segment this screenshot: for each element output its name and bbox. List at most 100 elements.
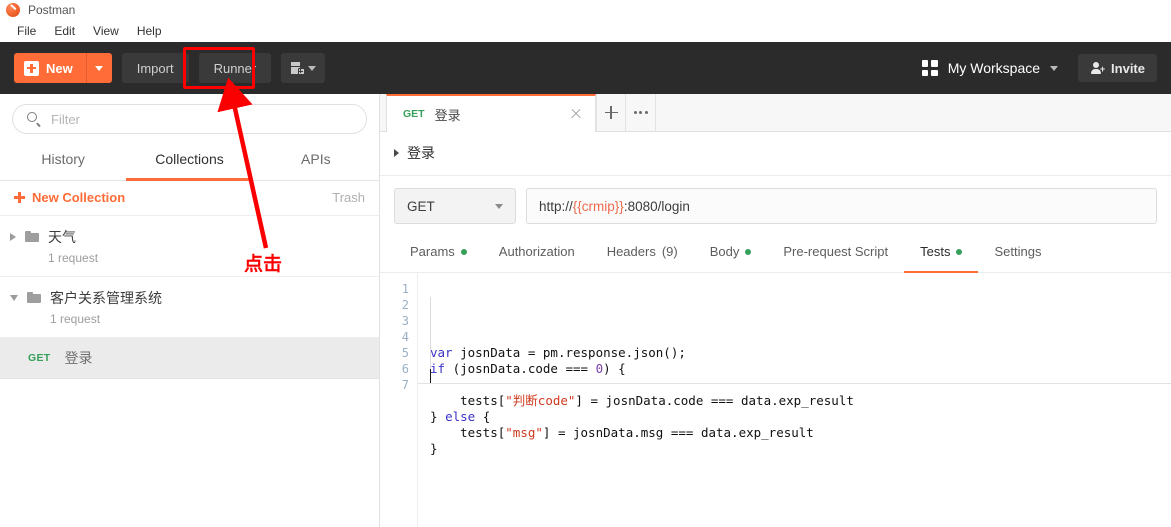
- folder-icon: [27, 292, 41, 303]
- menu-view[interactable]: View: [84, 22, 128, 40]
- request-item-login[interactable]: GET 登录: [0, 338, 379, 379]
- text-caret: [430, 369, 432, 384]
- chevron-down-icon: [495, 203, 503, 209]
- workspace-label: My Workspace: [947, 60, 1041, 76]
- tab-collections[interactable]: Collections: [126, 142, 253, 181]
- tab-tests[interactable]: Tests: [904, 234, 979, 273]
- line-number: 4: [401, 330, 409, 344]
- code-token: tests[: [430, 393, 506, 408]
- triangle-right-icon[interactable]: [394, 149, 399, 157]
- tab-history[interactable]: History: [0, 142, 126, 181]
- search-input[interactable]: [51, 111, 352, 127]
- chevron-down-icon: [307, 65, 316, 71]
- tab-authorization-label: Authorization: [498, 244, 575, 259]
- collection-row-crm[interactable]: 客户关系管理系统 1 request: [0, 277, 379, 338]
- tab-apis[interactable]: APIs: [253, 142, 379, 181]
- request-name-label: 登录: [64, 350, 93, 366]
- new-dropdown-button[interactable]: [85, 53, 112, 83]
- sidebar: History Collections APIs New Collection …: [0, 94, 380, 527]
- tab-pre-request-script[interactable]: Pre-request Script: [767, 234, 904, 273]
- code-token: }: [430, 409, 446, 424]
- tab-settings[interactable]: Settings: [978, 234, 1057, 273]
- url-bar: GET http://{{crmip}}:8080/login: [380, 176, 1171, 234]
- code-token: ] = josnData.msg === data.exp_result: [542, 425, 814, 440]
- editor-code-area[interactable]: var josnData = pm.response.json(); if (jo…: [418, 273, 1171, 527]
- http-method-select[interactable]: GET: [394, 188, 516, 224]
- import-button[interactable]: Import: [121, 53, 189, 83]
- line-number: 2: [401, 298, 409, 312]
- request-method-label: GET: [28, 352, 51, 364]
- code-token: "判断code": [505, 393, 576, 408]
- grid-squares-icon: [921, 60, 938, 76]
- collection-name: 天气: [48, 229, 76, 245]
- url-variable: {{crmip}}: [572, 198, 624, 214]
- code-token: if: [430, 361, 453, 376]
- postman-logo-icon: [6, 3, 20, 17]
- code-token: josnData = pm.response.json();: [460, 345, 686, 360]
- collection-actions: New Collection Trash: [0, 181, 379, 216]
- main-toolbar: New Import Runner My Workspace + Invite: [0, 42, 1171, 94]
- code-token: var: [430, 345, 461, 360]
- filter-box[interactable]: [12, 104, 367, 134]
- code-token: "msg": [505, 425, 543, 440]
- add-tab-button[interactable]: [596, 94, 626, 131]
- editor-active-line-underline: [418, 383, 1171, 384]
- code-token: {: [475, 409, 491, 424]
- menu-file[interactable]: File: [8, 22, 45, 40]
- sidebar-tabs: History Collections APIs: [0, 142, 379, 181]
- menu-edit[interactable]: Edit: [45, 22, 84, 40]
- tab-params-label: Params: [410, 244, 455, 259]
- collection-meta: 客户关系管理系统 1 request: [50, 288, 162, 326]
- menu-help[interactable]: Help: [128, 22, 171, 40]
- line-number: 6: [401, 362, 409, 376]
- editor-line-numbers: 1 2 3 4 5 6 7: [380, 273, 418, 527]
- status-dot: [460, 248, 467, 255]
- new-button-label: New: [46, 60, 73, 76]
- ellipsis-icon: [633, 111, 648, 114]
- line-number: 1: [401, 282, 409, 296]
- code-token: (josnData.code ===: [452, 361, 596, 376]
- tab-params[interactable]: Params: [394, 234, 483, 273]
- code-token: 0: [595, 361, 604, 376]
- runner-button[interactable]: Runner: [198, 53, 272, 83]
- new-tab-button[interactable]: [281, 53, 326, 83]
- close-icon[interactable]: [569, 107, 583, 121]
- workspace-selector[interactable]: My Workspace: [916, 56, 1064, 80]
- window-title: Postman: [28, 3, 76, 17]
- triangle-down-icon[interactable]: [10, 295, 18, 301]
- tab-pre-request-script-label: Pre-request Script: [783, 244, 889, 259]
- title-bar: Postman: [0, 0, 1171, 20]
- plus-icon: [604, 106, 618, 119]
- tab-authorization[interactable]: Authorization: [483, 234, 591, 273]
- tab-headers[interactable]: Headers (9): [591, 234, 694, 273]
- new-collection-label: New Collection: [32, 190, 126, 205]
- tab-headers-count: (9): [661, 244, 678, 259]
- code-line: tests["判断code"] = josnData.code === data…: [430, 393, 1171, 409]
- code-line: var josnData = pm.response.json();: [430, 345, 1171, 361]
- plus-icon: [14, 192, 25, 203]
- collection-row-weather[interactable]: 天气 1 request: [0, 216, 379, 277]
- tab-options-button[interactable]: [626, 94, 656, 131]
- request-tab-strip: GET 登录: [380, 94, 1171, 132]
- main-panel: GET 登录 登录 GET http:// {{crmip}}:8080/lo…: [380, 94, 1171, 527]
- new-button[interactable]: New: [14, 53, 86, 83]
- url-input[interactable]: http://{{crmip}}:8080/login: [526, 188, 1157, 224]
- triangle-right-icon[interactable]: [10, 233, 16, 241]
- tests-code-editor[interactable]: 1 2 3 4 5 6 7 var josnData = pm.response.json(…: [380, 273, 1171, 527]
- new-window-icon: [290, 62, 305, 75]
- open-request-tab[interactable]: GET 登录: [386, 94, 596, 132]
- menu-bar: File Edit View Help: [0, 20, 1171, 42]
- request-section-tabs: Params Authorization Headers (9) Body Pr…: [380, 234, 1171, 273]
- invite-button[interactable]: + Invite: [1078, 54, 1157, 82]
- code-token: }: [430, 441, 438, 456]
- status-dot: [745, 248, 752, 255]
- collection-name: 客户关系管理系统: [50, 290, 162, 306]
- trash-link[interactable]: Trash: [332, 190, 365, 205]
- code-token: ] = josnData.code === data.exp_result: [575, 393, 854, 408]
- chevron-down-icon: [95, 65, 104, 71]
- tab-body[interactable]: Body: [694, 234, 768, 273]
- new-collection-button[interactable]: New Collection: [14, 190, 125, 205]
- code-line: }: [430, 441, 1171, 457]
- code-line: } else {: [430, 409, 1171, 425]
